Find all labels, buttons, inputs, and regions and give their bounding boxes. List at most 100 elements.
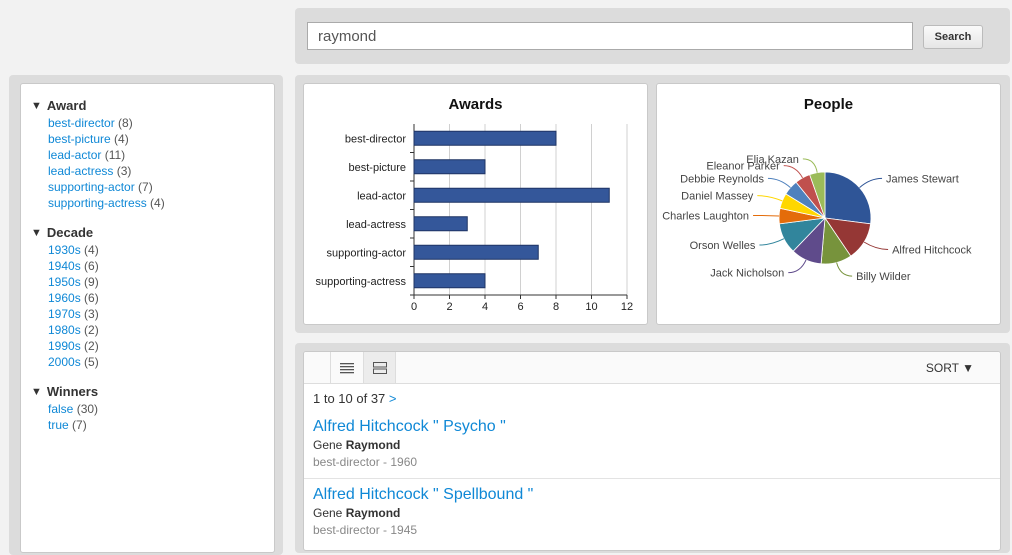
x-tick-label: 6 [517, 301, 523, 313]
sort-button[interactable]: SORT ▼ [926, 361, 974, 375]
facet-count: (3) [80, 307, 99, 321]
facet-count: (7) [134, 180, 153, 194]
bar [413, 187, 610, 203]
list-view-button[interactable] [330, 352, 363, 383]
result-item: Alfred Hitchcock " Spellbound " Gene Raym… [304, 478, 1000, 537]
people-chart-card: People James Stewart Alfred Hitchcock Bill… [656, 83, 1001, 325]
facet-link[interactable]: best-director [48, 116, 115, 130]
facet-link[interactable]: best-picture [48, 132, 111, 146]
facet-item: best-picture (4) [31, 131, 274, 147]
pie-connector [753, 214, 780, 217]
facet-link[interactable]: 1990s [48, 339, 81, 353]
y-category-label: lead-actor [357, 190, 406, 202]
facet-link[interactable]: true [48, 418, 69, 432]
facet-count: (2) [80, 323, 99, 337]
facet-item: 2000s (5) [31, 354, 274, 370]
result-person-prefix: Gene [313, 438, 346, 452]
facet-link[interactable]: 1980s [48, 323, 81, 337]
facet-count: (4) [80, 243, 99, 257]
x-tick-label: 4 [482, 301, 488, 313]
bar [413, 244, 539, 260]
search-bar-area: Search [295, 8, 1010, 64]
facet-link[interactable]: lead-actor [48, 148, 101, 162]
search-button[interactable]: Search [923, 25, 983, 49]
facet-count: (2) [80, 339, 99, 353]
facet-item: 1960s (6) [31, 290, 274, 306]
next-page-link[interactable]: > [389, 391, 397, 406]
collapse-triangle-icon: ▼ [31, 99, 42, 112]
card-view-icon [372, 361, 387, 374]
facet-item: true (7) [31, 417, 274, 433]
result-person: Gene Raymond [313, 438, 1000, 452]
facet-link[interactable]: supporting-actress [48, 196, 147, 210]
awards-chart-card: Awards 0 2 4 6 8 10 12 best-director best-pictur… [303, 83, 648, 325]
pie-connector [767, 177, 791, 188]
facet-count: (9) [80, 275, 99, 289]
pie-connector [783, 165, 804, 179]
facet-count: (30) [73, 402, 99, 416]
pie-connector [759, 238, 785, 246]
facet-count: (5) [80, 355, 99, 369]
facet-title[interactable]: ▼ Award [31, 98, 274, 113]
result-person-highlight: Raymond [345, 506, 401, 520]
result-meta: best-director - 1945 [313, 523, 418, 537]
facet-title[interactable]: ▼ Decade [31, 225, 274, 240]
pie-connector [859, 177, 883, 188]
facet-title[interactable]: ▼ Winners [31, 384, 274, 399]
pie-slice [824, 171, 872, 225]
list-icon [340, 362, 354, 373]
collapse-triangle-icon: ▼ [31, 226, 42, 239]
detail-view-button[interactable] [363, 352, 396, 383]
result-title-link[interactable]: Alfred Hitchcock " Spellbound " [313, 486, 533, 503]
facet-count: (8) [114, 116, 133, 130]
facet-count: (4) [110, 132, 129, 146]
facet-count: (6) [80, 259, 99, 273]
facet-link[interactable]: 2000s [48, 355, 81, 369]
x-tick-label: 10 [585, 301, 597, 313]
pie-label: Charles Laughton [662, 210, 749, 222]
facet-count: (7) [68, 418, 87, 432]
facet-item: lead-actress (3) [31, 163, 274, 179]
result-person-prefix: Gene [313, 506, 346, 520]
paging-info: 1 to 10 of 37 > [313, 391, 397, 406]
facet-link[interactable]: 1940s [48, 259, 81, 273]
x-tick-label: 8 [553, 301, 559, 313]
result-person-highlight: Raymond [345, 438, 401, 452]
result-meta: best-director - 1960 [313, 455, 418, 469]
facet-count: (3) [113, 164, 132, 178]
results-toolbar: SORT ▼ [304, 352, 1000, 384]
pie-label: Billy Wilder [856, 271, 911, 283]
facet-item: 1970s (3) [31, 306, 274, 322]
x-tick-label: 0 [411, 301, 417, 313]
facet-link[interactable]: lead-actress [48, 164, 113, 178]
facet-link[interactable]: 1970s [48, 307, 81, 321]
y-category-label: lead-actress [346, 219, 406, 231]
bar [413, 159, 486, 175]
facet-link[interactable]: false [48, 402, 73, 416]
y-category-label: supporting-actress [316, 276, 407, 288]
facet-link[interactable]: 1950s [48, 275, 81, 289]
facet-group-decade: ▼ Decade 1930s (4) 1940s (6) 1950s (9) 1960s … [31, 225, 274, 370]
facet-item: 1940s (6) [31, 258, 274, 274]
facet-item: supporting-actor (7) [31, 179, 274, 195]
facet-item: supporting-actress (4) [31, 195, 274, 211]
facet-link[interactable]: 1930s [48, 243, 81, 257]
results-panel: SORT ▼ 1 to 10 of 37 > Alfred Hitchcock … [303, 351, 1001, 551]
facet-link[interactable]: supporting-actor [48, 180, 135, 194]
result-item: Alfred Hitchcock " Psycho " Gene Raymond b… [304, 418, 1000, 469]
pie-label: James Stewart [886, 173, 959, 185]
pie-label: Alfred Hitchcock [892, 244, 972, 256]
facet-count: (11) [101, 148, 126, 162]
pie-label: Jack Nicholson [710, 268, 784, 280]
facet-group-winners: ▼ Winners false (30) true (7) [31, 384, 274, 433]
x-tick-label: 2 [446, 301, 452, 313]
bar [413, 216, 468, 232]
facet-link[interactable]: 1960s [48, 291, 81, 305]
bar [413, 130, 557, 146]
search-input[interactable] [307, 22, 913, 50]
result-title-link[interactable]: Alfred Hitchcock " Psycho " [313, 418, 506, 435]
y-category-label: best-picture [349, 162, 406, 174]
pie-label: Orson Welles [690, 240, 756, 252]
pie-connector [836, 262, 853, 277]
y-category-label: supporting-actor [327, 247, 407, 259]
